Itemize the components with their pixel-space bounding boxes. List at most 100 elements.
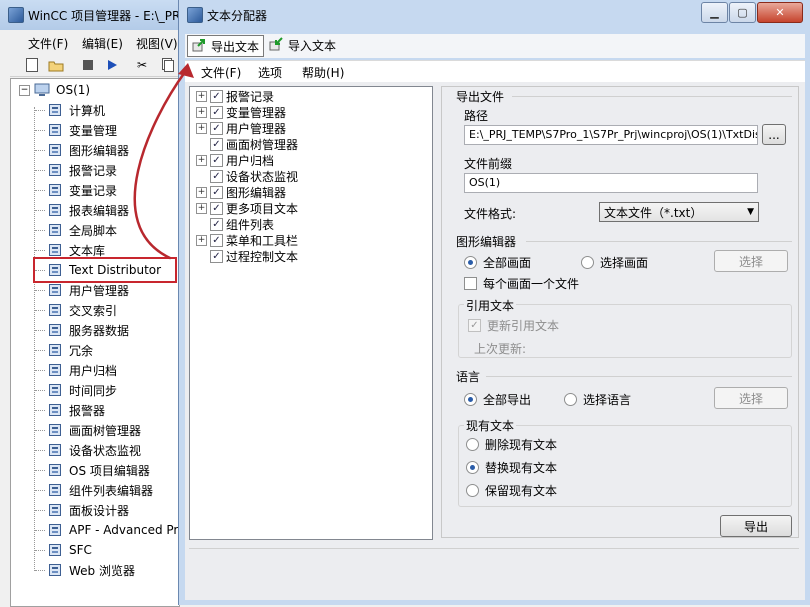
checkbox-checked-icon[interactable]: ✓ bbox=[210, 201, 223, 215]
checkbox-checked-icon[interactable]: ✓ bbox=[210, 153, 223, 167]
tree-item[interactable]: 画面树管理器 bbox=[11, 420, 179, 440]
tree-item[interactable]: 变量记录 bbox=[11, 180, 179, 200]
checkbox-checked-icon[interactable]: ✓ bbox=[210, 217, 223, 231]
checkbox-checked-icon[interactable]: ✓ bbox=[210, 121, 223, 135]
text-category-item[interactable]: ✓ 组件列表 bbox=[196, 216, 274, 232]
export-text-label: 导出文本 bbox=[211, 39, 260, 54]
browse-button[interactable]: ... bbox=[762, 124, 786, 145]
tree-item[interactable]: APF - Advanced Pr bbox=[11, 520, 179, 540]
select-language-radio[interactable]: 选择语言 bbox=[564, 391, 631, 408]
select-pictures-button[interactable]: 选择 bbox=[714, 250, 788, 272]
tree-item[interactable]: 全局脚本 bbox=[11, 220, 179, 240]
tree-item[interactable]: 交叉索引 bbox=[11, 300, 179, 320]
tree-item-label: 全局脚本 bbox=[69, 223, 118, 238]
tree-item[interactable]: 服务器数据 bbox=[11, 320, 179, 340]
export-text-button[interactable]: 导出文本 bbox=[187, 35, 265, 57]
one-file-per-picture-checkbox[interactable]: 每个画面一个文件 bbox=[464, 275, 579, 292]
tree-item[interactable]: OS 项目编辑器 bbox=[11, 460, 179, 480]
tree-item[interactable]: 报警记录 bbox=[11, 160, 179, 180]
text-category-item[interactable]: ✓ 过程控制文本 bbox=[196, 248, 298, 264]
export-arrow-icon bbox=[192, 38, 208, 55]
tree-connector bbox=[35, 129, 45, 131]
text-category-label: 用户管理器 bbox=[226, 121, 287, 136]
menu-file[interactable]: 文件(F) bbox=[28, 35, 68, 52]
cut-icon[interactable]: ✂ bbox=[134, 57, 150, 73]
tree-item[interactable]: 时间同步 bbox=[11, 380, 179, 400]
text-category-item[interactable]: + ✓ 变量管理器 bbox=[196, 104, 286, 120]
run-icon[interactable] bbox=[104, 57, 120, 73]
text-category-item[interactable]: + ✓ 用户归档 bbox=[196, 152, 274, 168]
text-category-item[interactable]: + ✓ 图形编辑器 bbox=[196, 184, 286, 200]
stop-icon[interactable] bbox=[80, 57, 96, 73]
tree-item[interactable]: 报警器 bbox=[11, 400, 179, 420]
tree-item[interactable]: SFC bbox=[11, 540, 179, 560]
export-all-languages-radio[interactable]: 全部导出 bbox=[464, 391, 531, 408]
checkbox-checked-icon[interactable]: ✓ bbox=[210, 185, 223, 199]
checkbox-checked-icon[interactable]: ✓ bbox=[210, 249, 223, 263]
file-format-select[interactable]: 文本文件（*.txt） ▼ bbox=[599, 202, 759, 222]
expand-icon[interactable]: + bbox=[196, 234, 207, 246]
user-archive-icon bbox=[47, 362, 63, 378]
dialog-menu-help[interactable]: 帮助(H) bbox=[302, 64, 344, 81]
tree-item[interactable]: 计算机 bbox=[11, 100, 179, 120]
checkbox-checked-icon[interactable]: ✓ bbox=[210, 89, 223, 103]
all-pictures-radio[interactable]: 全部画面 bbox=[464, 254, 531, 271]
tree-item[interactable]: 用户归档 bbox=[11, 360, 179, 380]
tree-connector bbox=[35, 449, 45, 451]
checkbox-checked-icon[interactable]: ✓ bbox=[210, 137, 223, 151]
minimize-icon[interactable]: ▁ bbox=[701, 2, 728, 23]
close-icon[interactable]: ✕ bbox=[757, 2, 803, 23]
text-category-item[interactable]: ✓ 设备状态监视 bbox=[196, 168, 298, 184]
update-ref-text-checkbox[interactable]: ✓ 更新引用文本 bbox=[468, 317, 559, 334]
select-language-button[interactable]: 选择 bbox=[714, 387, 788, 409]
tree-root[interactable]: − OS(1) bbox=[11, 80, 179, 100]
menu-view[interactable]: 视图(V) bbox=[136, 35, 178, 52]
path-input[interactable]: E:\_PRJ_TEMP\S7Pro_1\S7Pr_Prj\wincproj\O… bbox=[464, 125, 758, 145]
tree-item-label: Web 浏览器 bbox=[69, 563, 135, 578]
keep-existing-radio[interactable]: 保留现有文本 bbox=[466, 482, 557, 499]
delete-existing-radio[interactable]: 删除现有文本 bbox=[466, 436, 557, 453]
expand-icon[interactable]: + bbox=[196, 186, 207, 198]
cross-reference-icon bbox=[47, 302, 63, 318]
tree-connector bbox=[35, 509, 45, 511]
text-category-item[interactable]: + ✓ 更多项目文本 bbox=[196, 200, 298, 216]
text-category-item[interactable]: + ✓ 菜单和工具栏 bbox=[196, 232, 298, 248]
file-prefix-label: 文件前缀 bbox=[464, 157, 513, 171]
expand-icon[interactable]: + bbox=[196, 106, 207, 118]
checkbox-checked-icon[interactable]: ✓ bbox=[210, 233, 223, 247]
text-category-item[interactable]: + ✓ 报警记录 bbox=[196, 88, 274, 104]
tree-connector bbox=[35, 489, 45, 491]
tree-item[interactable]: 冗余 bbox=[11, 340, 179, 360]
text-category-item[interactable]: ✓ 画面树管理器 bbox=[196, 136, 298, 152]
maximize-icon[interactable]: ▢ bbox=[729, 2, 756, 23]
export-button[interactable]: 导出 bbox=[720, 515, 792, 537]
checkbox-checked-icon[interactable]: ✓ bbox=[210, 169, 223, 183]
file-prefix-input[interactable]: OS(1) bbox=[464, 173, 758, 193]
tree-item[interactable]: 变量管理 bbox=[11, 120, 179, 140]
copy-icon[interactable] bbox=[160, 57, 176, 73]
dialog-menu-file[interactable]: 文件(F) bbox=[201, 64, 241, 81]
text-category-item[interactable]: + ✓ 用户管理器 bbox=[196, 120, 286, 136]
tree-item[interactable]: 用户管理器 bbox=[11, 280, 179, 300]
expand-icon[interactable]: + bbox=[196, 154, 207, 166]
tree-item[interactable]: 设备状态监视 bbox=[11, 440, 179, 460]
checkbox-checked-icon[interactable]: ✓ bbox=[210, 105, 223, 119]
collapse-icon[interactable]: − bbox=[19, 84, 30, 96]
expand-icon[interactable]: + bbox=[196, 122, 207, 134]
status-bar bbox=[189, 548, 799, 585]
expand-icon[interactable]: + bbox=[196, 90, 207, 102]
new-icon[interactable] bbox=[24, 57, 40, 73]
tree-item[interactable]: 组件列表编辑器 bbox=[11, 480, 179, 500]
dialog-menu-options[interactable]: 选项 bbox=[258, 64, 282, 81]
tree-item[interactable]: 报表编辑器 bbox=[11, 200, 179, 220]
select-pictures-radio[interactable]: 选择画面 bbox=[581, 254, 648, 271]
tree-item[interactable]: 面板设计器 bbox=[11, 500, 179, 520]
menu-edit[interactable]: 编辑(E) bbox=[82, 35, 123, 52]
expand-icon[interactable]: + bbox=[196, 202, 207, 214]
open-folder-icon[interactable] bbox=[48, 57, 64, 73]
replace-existing-radio[interactable]: 替换现有文本 bbox=[466, 459, 557, 476]
file-format-value: 文本文件（*.txt） bbox=[604, 205, 703, 220]
tree-item[interactable]: 图形编辑器 bbox=[11, 140, 179, 160]
tree-item[interactable]: Web 浏览器 bbox=[11, 560, 179, 580]
import-text-button[interactable]: 导入文本 bbox=[265, 35, 340, 55]
